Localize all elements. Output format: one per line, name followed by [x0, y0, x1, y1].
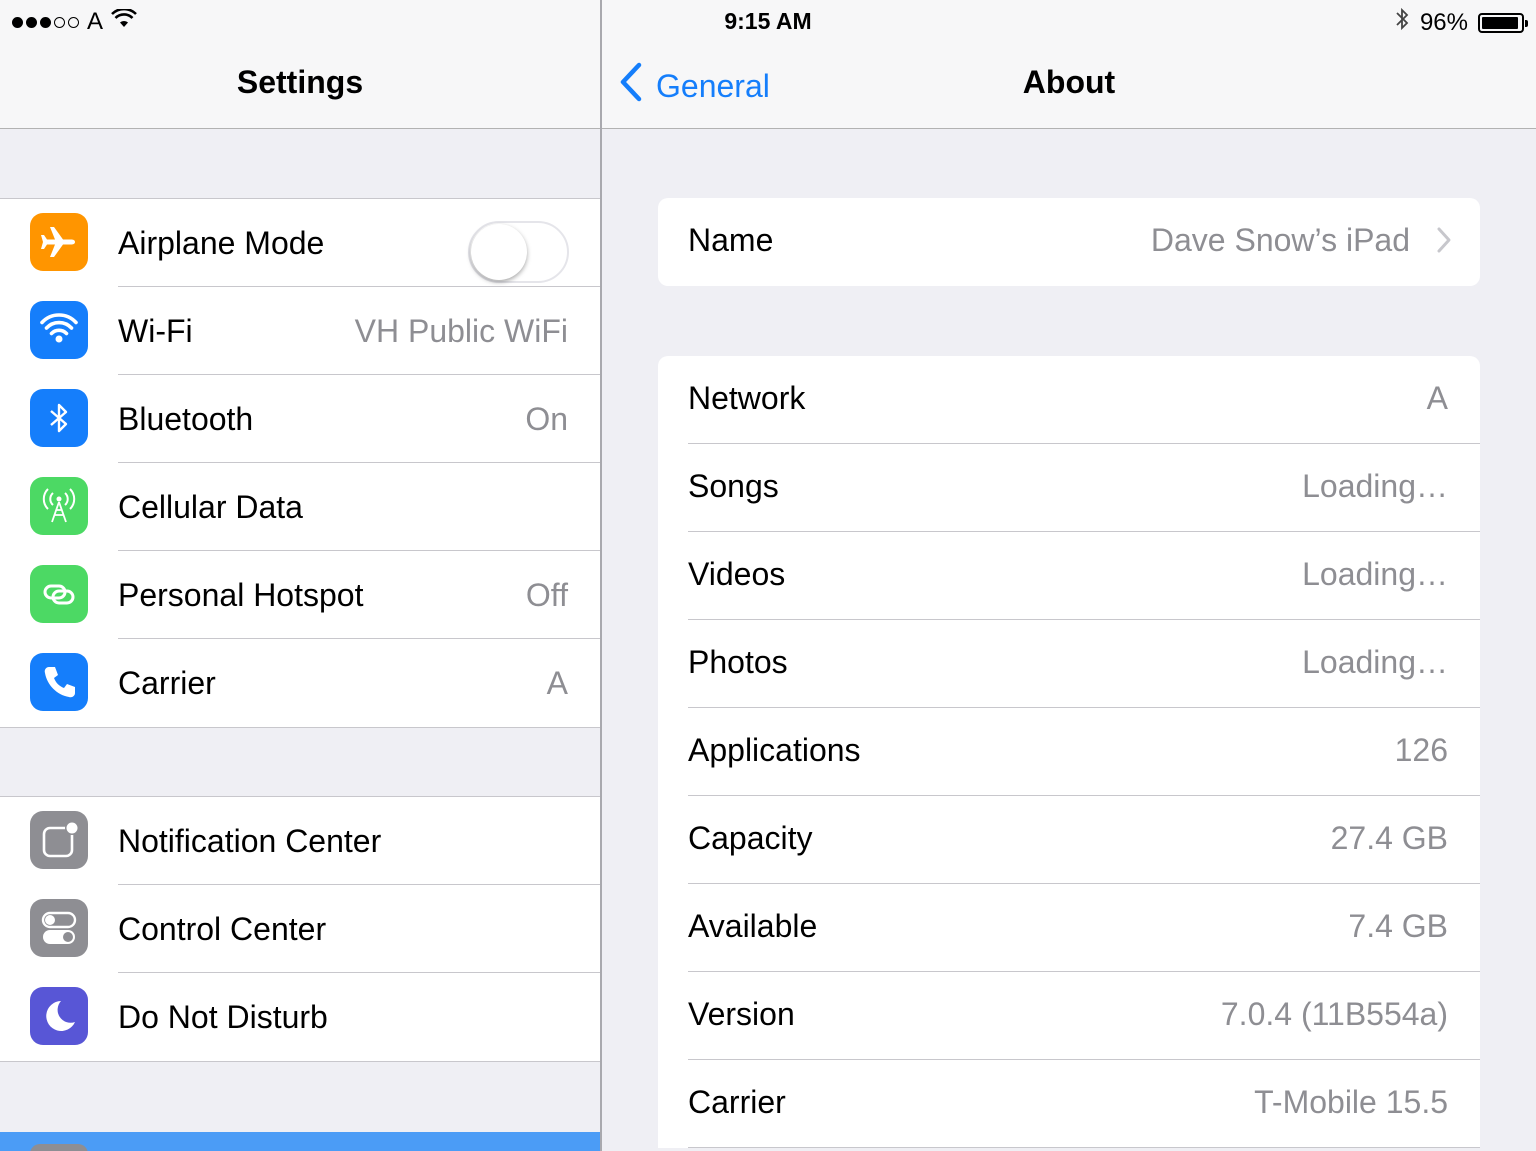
info-label: Carrier: [688, 1084, 786, 1120]
switches-icon: [30, 899, 88, 957]
sidebar-item-label: Carrier: [118, 664, 216, 701]
info-row-songs: Songs Loading…: [658, 444, 1480, 532]
info-row-available: Available 7.4 GB: [658, 884, 1480, 972]
status-time: 9:15 AM: [724, 8, 812, 34]
battery-icon: [1478, 12, 1528, 33]
info-label: Version: [688, 996, 795, 1032]
wifi-icon: [30, 301, 88, 359]
notification-icon: [30, 811, 88, 869]
info-label: Photos: [688, 644, 788, 680]
info-value: Loading…: [1302, 644, 1448, 680]
sidebar-item-personal-hotspot[interactable]: Personal Hotspot Off: [0, 551, 600, 639]
hotspot-link-icon: [30, 565, 88, 623]
sidebar-item-airplane-mode[interactable]: Airplane Mode: [0, 199, 600, 287]
name-value: Dave Snow’s iPad: [1150, 222, 1410, 258]
info-value: 7.0.4 (11B554a): [1220, 996, 1448, 1032]
sidebar-item-label: Control Center: [118, 910, 327, 947]
name-group: Name Dave Snow’s iPad: [658, 198, 1480, 286]
sidebar-item-label: Cellular Data: [118, 488, 303, 525]
name-row[interactable]: Name Dave Snow’s iPad: [658, 198, 1480, 286]
sidebar-item-wifi[interactable]: Wi-Fi VH Public WiFi: [0, 287, 600, 375]
sidebar-item-label: Personal Hotspot: [118, 576, 364, 613]
sidebar-item-label: Bluetooth: [118, 400, 254, 437]
info-label: Available: [688, 908, 818, 944]
status-bar: A 9:15 AM 96%: [0, 0, 1536, 40]
sidebar-item-label: Notification Center: [118, 822, 382, 859]
airplane-icon: [30, 213, 88, 271]
sidebar-item-notification-center[interactable]: Notification Center: [0, 797, 600, 885]
sidebar-item-label: Airplane Mode: [118, 224, 325, 261]
moon-icon: [30, 987, 88, 1045]
about-title: About: [1022, 64, 1116, 100]
info-group: Network A Songs Loading… Videos Loading……: [658, 356, 1480, 1148]
info-row-version: Version 7.0.4 (11B554a): [658, 972, 1480, 1060]
info-row-network: Network A: [658, 356, 1480, 444]
settings-group-system: Notification Center Control Center Do No…: [0, 796, 600, 1062]
info-label: Capacity: [688, 820, 813, 856]
sidebar-item-control-center[interactable]: Control Center: [0, 885, 600, 973]
sidebar-item-value: A: [546, 664, 568, 701]
gear-icon: [30, 1144, 88, 1151]
sidebar-item-cellular-data[interactable]: Cellular Data: [0, 463, 600, 551]
cellular-antenna-icon: [30, 477, 88, 535]
sidebar-item-do-not-disturb[interactable]: Do Not Disturb: [0, 973, 600, 1061]
airplane-mode-toggle[interactable]: [468, 221, 569, 283]
info-value: 126: [1394, 732, 1448, 768]
split-divider: [600, 0, 602, 1151]
sidebar-item-general-selected[interactable]: [0, 1132, 600, 1151]
info-row-capacity: Capacity 27.4 GB: [658, 796, 1480, 884]
phone-icon: [30, 653, 88, 711]
sidebar-item-label: Do Not Disturb: [118, 998, 328, 1035]
settings-sidebar: Settings Airplane Mode Wi-Fi VH Public W…: [0, 0, 600, 1151]
info-value: 7.4 GB: [1348, 908, 1448, 944]
sidebar-item-bluetooth[interactable]: Bluetooth On: [0, 375, 600, 463]
info-value: Loading…: [1302, 468, 1448, 504]
sidebar-item-carrier[interactable]: Carrier A: [0, 639, 600, 727]
sidebar-item-value: VH Public WiFi: [354, 312, 568, 349]
info-label: Videos: [688, 556, 786, 592]
info-value: T-Mobile 15.5: [1254, 1084, 1448, 1120]
chevron-right-icon: [1436, 226, 1452, 259]
battery-percent: 96%: [1419, 8, 1468, 36]
about-detail-pane: General About Name Dave Snow’s iPad Netw…: [602, 0, 1536, 1151]
info-row-carrier: Carrier T-Mobile 15.5: [658, 1060, 1480, 1148]
sidebar-item-value: Off: [525, 576, 568, 613]
settings-title: Settings: [236, 64, 364, 100]
settings-group-connectivity: Airplane Mode Wi-Fi VH Public WiFi Bluet…: [0, 198, 600, 728]
info-row-photos: Photos Loading…: [658, 620, 1480, 708]
info-label: Songs: [688, 468, 779, 504]
info-value: A: [1426, 380, 1448, 416]
info-row-videos: Videos Loading…: [658, 532, 1480, 620]
info-value: 27.4 GB: [1330, 820, 1448, 856]
status-right: 96%: [1394, 7, 1528, 38]
bluetooth-status-icon: [1394, 7, 1410, 38]
info-label: Applications: [688, 732, 861, 768]
name-label: Name: [688, 222, 774, 258]
sidebar-item-value: On: [525, 400, 568, 437]
bluetooth-icon: [30, 389, 88, 447]
sidebar-item-label: Wi-Fi: [118, 312, 193, 349]
info-label: Network: [688, 380, 806, 416]
info-value: Loading…: [1302, 556, 1448, 592]
info-row-applications: Applications 126: [658, 708, 1480, 796]
